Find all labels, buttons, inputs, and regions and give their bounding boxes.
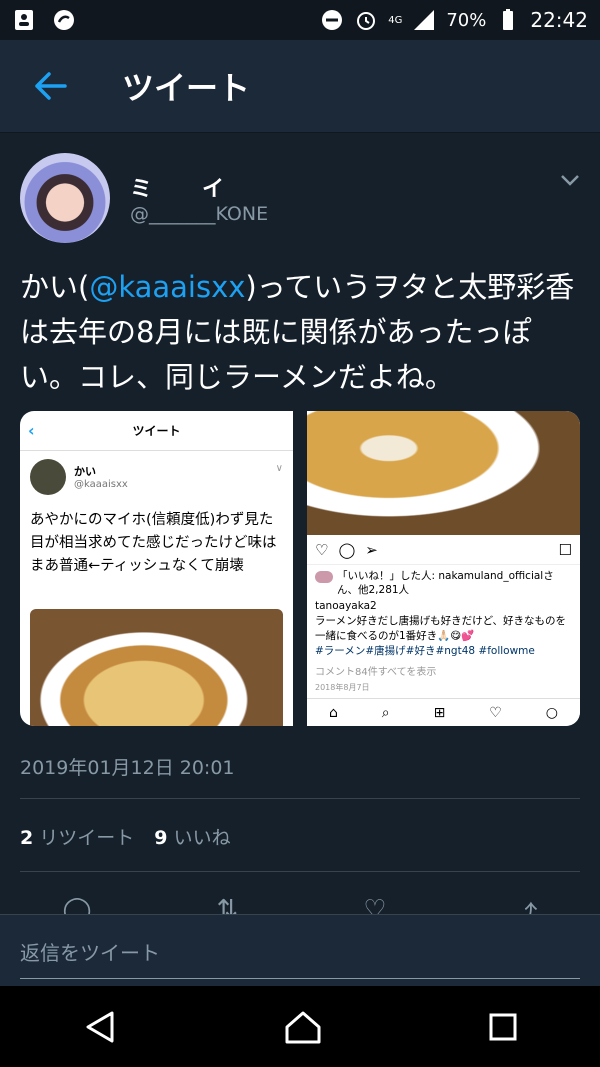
chevron-down-icon — [561, 175, 579, 186]
embedded-chevron-icon: ∨ — [275, 463, 283, 474]
tweet-stats: 2 リツイート 9 いいね — [20, 823, 231, 850]
bookmark-icon: ☐ — [558, 540, 572, 559]
tweet-actions: ◯ ⇅ ♡ ⤴ — [0, 895, 600, 915]
reply-input[interactable]: 返信をツイート — [20, 937, 580, 979]
heart-icon: ♡ — [489, 704, 502, 721]
reply-icon[interactable]: ◯ — [62, 895, 91, 915]
tweet-author[interactable]: ミイ @_______KONE — [0, 133, 600, 243]
add-post-icon: ⊞ — [433, 704, 446, 721]
embedded-tweet-user: かい @kaaaisxx ∨ — [20, 451, 293, 501]
media-image-left[interactable]: ‹ ツイート かい @kaaaisxx ∨ あやかにのマイホ(信頼度低)わず見た… — [20, 411, 293, 726]
reply-composer: 返信をツイート — [0, 914, 600, 986]
tweet-text-part: かい( — [20, 270, 90, 304]
media-image-right[interactable]: ♡ ◯ ➢ ☐ 「いいね！」した人: nakamuland_officialさん… — [307, 411, 580, 726]
app-notification-icon — [54, 10, 74, 30]
mention-link[interactable]: @kaaaisxx — [89, 270, 245, 304]
instagram-action-row: ♡ ◯ ➢ ☐ — [307, 535, 580, 565]
like-icon[interactable]: ♡ — [363, 895, 386, 915]
battery-percent: 70% — [446, 9, 487, 31]
android-nav-bar — [0, 986, 600, 1067]
home-icon: ⌂ — [328, 704, 338, 721]
tweet-menu-button[interactable] — [560, 171, 580, 190]
like-count: 9 — [154, 827, 168, 849]
retweet-icon[interactable]: ⇅ — [217, 895, 239, 915]
liked-by-text: 「いいね！」した人: nakamuland_officialさん、他2,281人 — [337, 570, 554, 596]
network-type: 4G — [388, 14, 403, 26]
nav-back-icon[interactable] — [82, 1009, 118, 1045]
liked-by: 「いいね！」した人: nakamuland_officialさん、他2,281人 — [307, 565, 580, 597]
embedded-user-handle: @kaaaisxx — [74, 479, 128, 490]
search-icon: ⌕ — [381, 704, 390, 721]
embedded-tweet-bar: ‹ ツイート — [20, 411, 293, 451]
tweet-detail: ミイ @_______KONE かい(@kaaaisxx)っていうヲタと太野彩香… — [0, 133, 600, 915]
retweet-count: 2 — [20, 827, 34, 849]
share-icon[interactable]: ⤴ — [512, 895, 538, 915]
post-date: 2018年8月7日 — [315, 683, 370, 692]
comment-icon: ◯ — [338, 540, 356, 559]
back-arrow-icon — [35, 72, 67, 100]
like-stat[interactable]: 9 いいね — [154, 823, 230, 850]
divider — [20, 798, 580, 799]
share-icon: ➢ — [365, 540, 378, 559]
top-app-bar: ツイート — [0, 40, 600, 133]
comments-link: コメント84件すべてを表示 — [315, 667, 437, 678]
caption-text: ラーメン好きだし唐揚げも好きだけど、好きなものを一緒に食べるのが1番好き🙏🏻😋💕 — [315, 615, 567, 642]
like-label: いいね — [173, 827, 231, 849]
divider — [20, 871, 580, 872]
author-handle: @_______KONE — [130, 203, 269, 225]
avatar[interactable] — [20, 153, 110, 243]
caption-user: tanoayaka2 — [315, 600, 377, 612]
tweet-timestamp: 2019年01月12日 20:01 — [20, 757, 235, 779]
contacts-icon — [15, 10, 33, 30]
embedded-avatar — [30, 459, 66, 495]
back-button[interactable] — [20, 56, 80, 116]
instagram-caption: tanoayaka2 ラーメン好きだし唐揚げも好きだけど、好きなものを一緒に食べ… — [307, 597, 580, 661]
nav-recents-icon[interactable] — [488, 1012, 518, 1042]
profile-icon: ○ — [545, 704, 558, 721]
ramen-photo — [30, 609, 283, 726]
tweet-media: ‹ ツイート かい @kaaaisxx ∨ あやかにのマイホ(信頼度低)わず見た… — [20, 411, 580, 726]
do-not-disturb-icon — [322, 10, 343, 30]
page-title: ツイート — [122, 69, 251, 107]
nav-home-icon[interactable] — [283, 1009, 323, 1045]
ramen-photo-closeup — [307, 411, 580, 535]
embedded-tweet-text: あやかにのマイホ(信頼度低)わず見た目が相当求めてた感じだったけど味はまあ普通←… — [30, 512, 277, 574]
caption-hashtags: #ラーメン#唐揚げ#好き#ngt48 #followme — [315, 645, 535, 657]
retweet-stat[interactable]: 2 リツイート — [20, 823, 134, 850]
embedded-bar-title: ツイート — [132, 424, 181, 438]
alarm-icon — [357, 12, 376, 30]
tweet-text: かい(@kaaaisxx)っていうヲタと太野彩香は去年の8月には既に関係があった… — [20, 265, 580, 400]
liker-avatars — [315, 571, 333, 583]
embedded-user-name: かい — [74, 465, 96, 478]
heart-outline-icon: ♡ — [315, 540, 329, 559]
status-bar: 4G 70% 22:42 — [0, 0, 600, 40]
retweet-label: リツイート — [39, 827, 135, 849]
embedded-back-icon: ‹ — [28, 421, 35, 440]
signal-icon — [414, 10, 435, 30]
clock: 22:42 — [530, 8, 588, 32]
battery-icon — [503, 9, 514, 30]
instagram-nav-bar: ⌂ ⌕ ⊞ ♡ ○ — [307, 698, 580, 726]
author-name: ミイ — [130, 177, 275, 202]
